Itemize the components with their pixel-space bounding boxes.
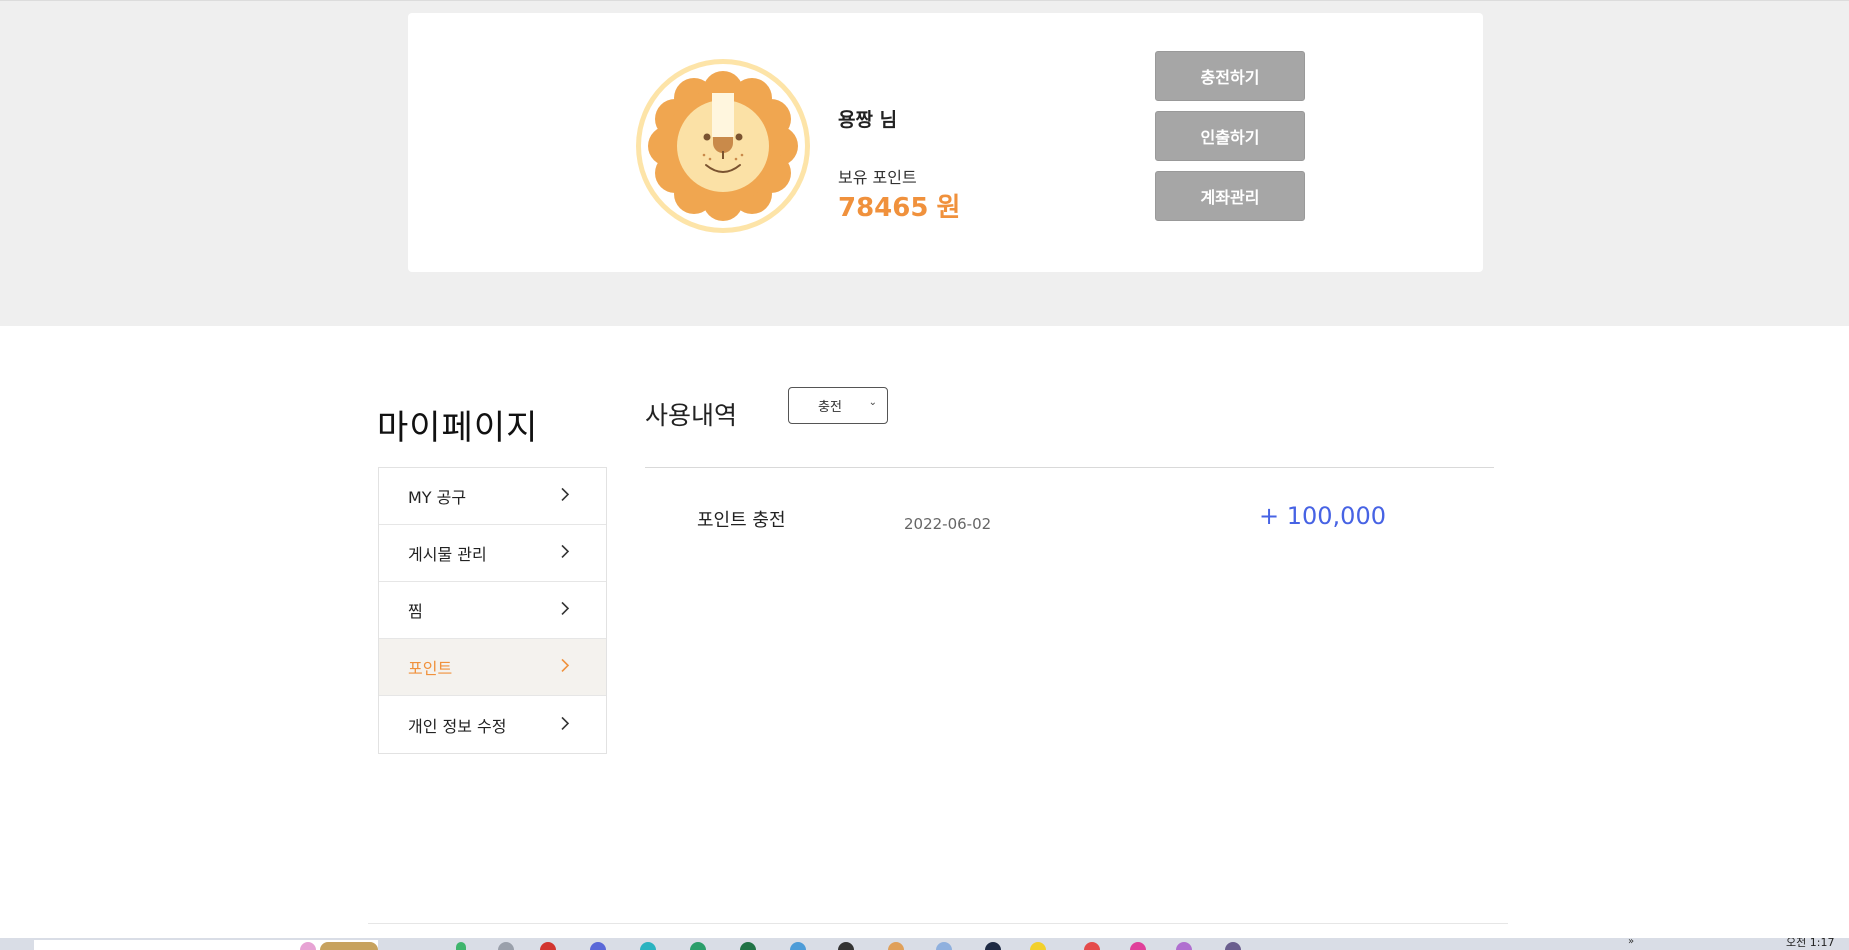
taskbar-app-icon[interactable] bbox=[888, 942, 904, 950]
taskbar-app-icon[interactable] bbox=[540, 942, 556, 950]
filter-selected-value: 충전 bbox=[818, 400, 842, 415]
profile-card: 용짱 님 보유 포인트 78465 원 충전하기 인출하기 계좌관리 bbox=[408, 13, 1483, 272]
withdraw-button[interactable]: 인출하기 bbox=[1155, 111, 1305, 161]
user-name: 용짱 님 bbox=[838, 109, 898, 131]
history-type: 포인트 충전 bbox=[697, 510, 786, 531]
sidebar-item-label: MY 공구 bbox=[408, 488, 467, 507]
chevron-right-icon bbox=[557, 600, 573, 616]
mypage-title: 마이페이지 bbox=[377, 408, 539, 448]
taskbar-app-icon[interactable] bbox=[985, 942, 1001, 950]
points-value: 78465 원 bbox=[838, 187, 960, 224]
points-amount: 78465 bbox=[838, 193, 929, 223]
history-title: 사용내역 bbox=[645, 401, 738, 430]
sidebar-item-label: 개인 정보 수정 bbox=[408, 716, 507, 736]
sidebar-item-label: 찜 bbox=[408, 602, 423, 621]
taskbar-app-icon[interactable] bbox=[1084, 942, 1100, 950]
chevron-right-icon bbox=[557, 486, 573, 502]
footer-divider bbox=[368, 923, 1508, 924]
taskbar-app-icon[interactable] bbox=[640, 942, 656, 950]
taskbar-app-icon[interactable] bbox=[498, 942, 514, 950]
sidebar-item-label: 게시물 관리 bbox=[408, 545, 487, 564]
taskbar-app-icon[interactable] bbox=[690, 942, 706, 950]
chevron-right-icon bbox=[557, 715, 573, 731]
history-date: 2022-06-02 bbox=[904, 515, 992, 533]
profile-section: 용짱 님 보유 포인트 78465 원 충전하기 인출하기 계좌관리 bbox=[0, 0, 1849, 326]
sidebar-item-label: 포인트 bbox=[408, 659, 453, 678]
sidebar-item-wishlist[interactable]: 찜 bbox=[379, 582, 606, 639]
sidebar-item-my-group-buy[interactable]: MY 공구 bbox=[379, 468, 606, 525]
os-taskbar: » 오전 1:17 bbox=[0, 938, 1849, 950]
sidebar-item-points[interactable]: 포인트 bbox=[379, 639, 606, 696]
taskbar-clock[interactable]: 오전 1:17 bbox=[1786, 938, 1834, 950]
points-label: 보유 포인트 bbox=[838, 168, 917, 187]
chevron-right-icon bbox=[557, 657, 573, 673]
taskbar-app-icon[interactable] bbox=[838, 942, 854, 950]
sidebar-item-edit-profile[interactable]: 개인 정보 수정 bbox=[379, 696, 606, 753]
history-row: 포인트 충전 2022-06-02 + 100,000 bbox=[645, 490, 1494, 550]
taskbar-app-icon[interactable] bbox=[936, 942, 952, 950]
points-unit: 원 bbox=[936, 193, 961, 223]
history-filter-select[interactable]: 충전 ⌄ bbox=[788, 387, 888, 424]
account-management-button[interactable]: 계좌관리 bbox=[1155, 171, 1305, 221]
taskbar-app-icon[interactable] bbox=[1176, 942, 1192, 950]
lion-avatar bbox=[636, 59, 810, 233]
taskbar-app-icon[interactable] bbox=[1130, 942, 1146, 950]
charge-button[interactable]: 충전하기 bbox=[1155, 51, 1305, 101]
history-divider bbox=[645, 467, 1494, 468]
chevron-right-icon bbox=[557, 543, 573, 559]
chevron-down-icon: ⌄ bbox=[868, 397, 877, 408]
taskbar-app-icon[interactable] bbox=[590, 942, 606, 950]
taskbar-overflow[interactable]: » bbox=[1628, 938, 1634, 947]
taskbar-app-icon[interactable] bbox=[320, 942, 378, 950]
taskbar-app-icon[interactable] bbox=[1225, 942, 1241, 950]
sidebar-item-post-management[interactable]: 게시물 관리 bbox=[379, 525, 606, 582]
taskbar-app-icon[interactable] bbox=[790, 942, 806, 950]
taskbar-app-icon[interactable] bbox=[740, 942, 756, 950]
taskbar-app-icon[interactable] bbox=[456, 942, 466, 950]
taskbar-app-icon[interactable] bbox=[1030, 942, 1046, 950]
history-amount: + 100,000 bbox=[1259, 502, 1386, 530]
sidebar-menu: MY 공구 게시물 관리 찜 포인트 개인 정보 수정 bbox=[378, 467, 607, 754]
